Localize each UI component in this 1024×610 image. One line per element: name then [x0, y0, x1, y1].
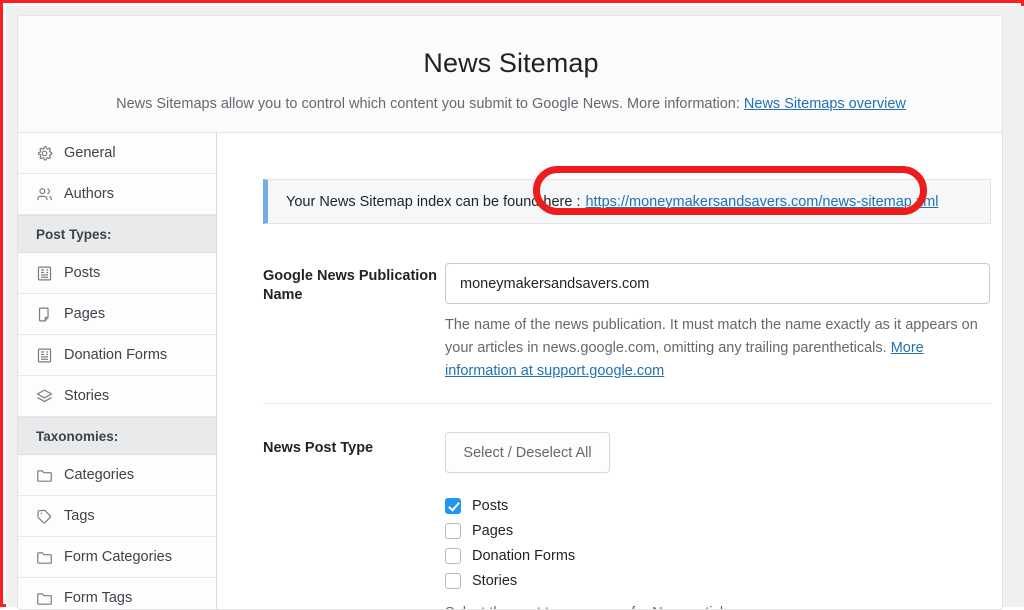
- publication-name-label: Google News Publication Name: [263, 268, 438, 303]
- article-icon: [36, 265, 53, 282]
- settings-card: News Sitemap News Sitemaps allow you to …: [17, 15, 1003, 610]
- checkbox-label: Posts: [472, 497, 509, 514]
- layers-icon: [36, 388, 53, 405]
- post-type-option-row[interactable]: Donation Forms: [445, 543, 845, 568]
- checkbox-label: Stories: [472, 572, 518, 589]
- section-divider: [263, 403, 991, 404]
- sidebar-section-heading-label: Taxonomies:: [36, 428, 119, 444]
- page-subtitle-text: News Sitemaps allow you to control which…: [116, 96, 740, 112]
- sidebar-item-form-categories[interactable]: Form Categories: [18, 537, 216, 578]
- sidebar-item-stories[interactable]: Stories: [18, 376, 216, 417]
- sidebar-item-label: Form Tags: [64, 590, 133, 606]
- news-post-type-description: Select the post type you use for News ar…: [445, 605, 742, 609]
- sidebar-item-label: Stories: [64, 388, 110, 404]
- gear-icon: [36, 145, 53, 162]
- sidebar-item-general[interactable]: General: [18, 133, 216, 174]
- sitemap-index-notice: Your News Sitemap index can be found her…: [263, 179, 991, 224]
- checkbox-posts[interactable]: [445, 497, 461, 514]
- page-icon: [36, 306, 53, 323]
- checkbox-label: Donation Forms: [472, 547, 576, 564]
- page-subtitle: News Sitemaps allow you to control which…: [18, 96, 1002, 112]
- sidebar-item-label: Pages: [64, 306, 106, 322]
- sidebar-item-label: Tags: [64, 508, 95, 524]
- sidebar-item-label: General: [64, 145, 116, 161]
- main-content: Your News Sitemap index can be found her…: [218, 133, 1002, 609]
- post-type-option-row[interactable]: Stories: [445, 568, 845, 593]
- folder-icon: [36, 549, 53, 566]
- sidebar-item-label: Categories: [64, 467, 135, 483]
- checkbox-donation-forms[interactable]: [445, 547, 461, 564]
- post-type-option-row[interactable]: Posts: [445, 493, 845, 518]
- folder-icon: [36, 467, 53, 484]
- sidebar-item-categories[interactable]: Categories: [18, 455, 216, 496]
- sidebar-item-authors[interactable]: Authors: [18, 174, 216, 215]
- news-post-type-checkbox-list: Posts Pages Donation Forms Stories: [445, 493, 845, 593]
- publication-name-description: The name of the news publication. It mus…: [445, 314, 990, 383]
- sidebar-section-heading: Post Types:: [18, 215, 216, 253]
- checkbox-stories[interactable]: [445, 572, 461, 589]
- sidebar-item-label: Form Categories: [64, 549, 172, 565]
- sidebar-item-tags[interactable]: Tags: [18, 496, 216, 537]
- post-type-option-row[interactable]: Pages: [445, 518, 845, 543]
- sidebar-section-heading: Taxonomies:: [18, 417, 216, 455]
- page-title: News Sitemap: [423, 48, 599, 78]
- news-sitemaps-overview-link[interactable]: News Sitemaps overview: [744, 96, 906, 112]
- sidebar-item-pages[interactable]: Pages: [18, 294, 216, 335]
- sidebar-item-label: Posts: [64, 265, 101, 281]
- sidebar-section-heading-label: Post Types:: [36, 226, 112, 242]
- sidebar-item-form-tags[interactable]: Form Tags: [18, 578, 216, 609]
- sidebar: General Authors Post Types: Posts Pages Donat…: [18, 133, 217, 609]
- checkbox-label: Pages: [472, 522, 514, 539]
- checkbox-pages[interactable]: [445, 522, 461, 539]
- news-sitemap-index-link[interactable]: https://moneymakersandsavers.com/news-si…: [585, 194, 938, 210]
- sidebar-item-donation-forms[interactable]: Donation Forms: [18, 335, 216, 376]
- sidebar-item-posts[interactable]: Posts: [18, 253, 216, 294]
- sidebar-item-label: Authors: [64, 186, 114, 202]
- news-post-type-label: News Post Type: [263, 440, 374, 456]
- publication-name-input[interactable]: [445, 263, 990, 304]
- tag-icon: [36, 508, 53, 525]
- users-icon: [36, 186, 53, 203]
- sitemap-index-notice-text: Your News Sitemap index can be found her…: [286, 193, 581, 210]
- select-deselect-all-button[interactable]: Select / Deselect All: [445, 432, 610, 473]
- article-icon: [36, 347, 53, 364]
- annotation-frame: News Sitemap News Sitemaps allow you to …: [0, 0, 1024, 610]
- page-header: News Sitemap News Sitemaps allow you to …: [18, 16, 1002, 133]
- folder-icon: [36, 590, 53, 607]
- sidebar-item-label: Donation Forms: [64, 347, 168, 363]
